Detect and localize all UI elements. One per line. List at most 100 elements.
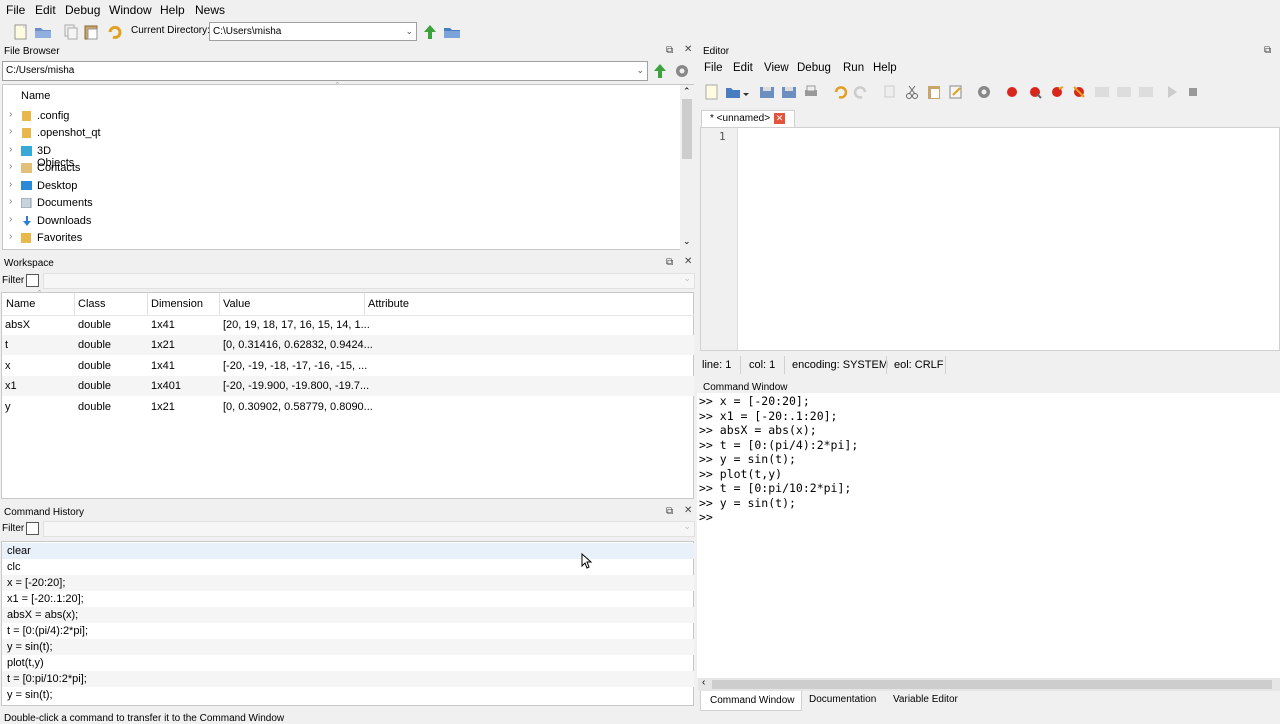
editor-menu-view[interactable]: View	[764, 62, 789, 74]
chevron-right-icon[interactable]: ›	[9, 231, 12, 242]
history-item[interactable]: x = [-20:20];	[2, 575, 694, 591]
table-row[interactable]: t double 1x21 [0, 0.31416, 0.62832, 0.9424.…	[2, 335, 694, 355]
editor-status-bar: line: 1 col: 1 encoding: SYSTEM eol: CRL…	[700, 356, 1280, 374]
open-folder-icon[interactable]	[34, 23, 52, 41]
scroll-down-icon[interactable]: ⌄	[683, 236, 691, 247]
gear-icon[interactable]	[976, 84, 992, 100]
menu-news[interactable]: News	[195, 3, 225, 17]
save-as-icon[interactable]	[781, 84, 797, 100]
clear-breakpoints-icon[interactable]	[1072, 85, 1086, 99]
redo-icon[interactable]	[853, 84, 869, 100]
menu-window[interactable]: Window	[109, 3, 152, 17]
step-in-icon[interactable]	[1116, 84, 1132, 100]
editor-text-area[interactable]: 1	[700, 127, 1280, 351]
scroll-up-icon[interactable]: ⌃	[683, 86, 691, 97]
run-icon[interactable]	[1164, 84, 1180, 100]
file-browser-list: Name ˆ ⌃ ⌄ › .config › .openshot_qt › 3D Ob…	[2, 81, 694, 250]
undock-icon[interactable]: ⧉	[666, 506, 673, 517]
current-directory-combo[interactable]: C:\Users\misha ⌄	[209, 22, 417, 41]
menu-file[interactable]: File	[6, 3, 25, 17]
history-item[interactable]: plot(t,y)	[2, 655, 694, 671]
breakpoint-prev-icon[interactable]	[1050, 85, 1064, 99]
chevron-right-icon[interactable]: ›	[9, 161, 12, 172]
tab-documentation[interactable]: Documentation	[802, 691, 882, 710]
save-icon[interactable]	[759, 84, 775, 100]
close-icon[interactable]: ✕	[774, 113, 785, 124]
menu-help[interactable]: Help	[160, 3, 185, 17]
stop-icon[interactable]	[1187, 86, 1199, 98]
editor-tab[interactable]: * <unnamed> ✕	[701, 110, 795, 128]
tab-variable-editor[interactable]: Variable Editor	[886, 691, 966, 710]
undock-icon[interactable]: ⧉	[1264, 45, 1271, 56]
var-dimension: 1x401	[151, 380, 181, 392]
history-item[interactable]: y = sin(t);	[2, 639, 694, 655]
history-item[interactable]: y = sin(t);	[2, 687, 694, 703]
workspace-filter-checkbox[interactable]	[26, 274, 39, 287]
column-header-attribute[interactable]: Attribute	[368, 298, 409, 310]
column-header-name[interactable]: Name	[21, 90, 50, 102]
table-row[interactable]: y double 1x21 [0, 0.30902, 0.58779, 0.8090.…	[2, 397, 694, 417]
gear-icon[interactable]	[673, 62, 691, 80]
chevron-right-icon[interactable]: ›	[9, 109, 12, 120]
file-browser-scrollbar[interactable]: ⌃ ⌄	[680, 85, 694, 250]
close-icon[interactable]: ✕	[684, 256, 692, 267]
tab-command-window[interactable]: Command Window	[700, 691, 802, 711]
undo-icon[interactable]	[105, 23, 123, 41]
3d-objects-icon	[21, 146, 32, 156]
workspace-filter-input[interactable]: ⌄	[43, 273, 695, 289]
command-window-console[interactable]: >> x = [-20:20]; >> x1 = [-20:.1:20]; >>…	[697, 393, 1280, 678]
paste-icon[interactable]	[83, 23, 101, 41]
history-filter-input[interactable]: ⌄	[43, 521, 695, 537]
history-item[interactable]: absX = abs(x);	[2, 607, 694, 623]
breakpoint-icon[interactable]	[1005, 85, 1019, 99]
editor-menu-edit[interactable]: Edit	[733, 62, 753, 74]
chevron-right-icon[interactable]: ›	[9, 126, 12, 137]
step-out-icon[interactable]	[1138, 84, 1154, 100]
scrollbar-thumb[interactable]	[712, 680, 1272, 689]
chevron-right-icon[interactable]: ›	[9, 179, 12, 190]
close-icon[interactable]: ✕	[684, 44, 692, 55]
new-script-icon[interactable]	[12, 23, 30, 41]
print-icon[interactable]	[803, 84, 819, 100]
up-directory-icon[interactable]	[651, 62, 669, 80]
undo-icon[interactable]	[832, 84, 848, 100]
new-file-icon[interactable]	[704, 84, 720, 100]
step-icon[interactable]	[1094, 84, 1110, 100]
table-row[interactable]: absX double 1x41 [20, 19, 18, 17, 16, 15, 1…	[2, 315, 694, 335]
close-icon[interactable]: ✕	[684, 505, 692, 516]
editor-menu-run[interactable]: Run	[843, 62, 864, 74]
cut-icon[interactable]	[904, 84, 920, 100]
editor-menu-help[interactable]: Help	[873, 62, 897, 74]
chevron-right-icon[interactable]: ›	[9, 196, 12, 207]
command-window-hscrollbar[interactable]: ‹	[698, 677, 1280, 691]
copy-icon[interactable]	[882, 84, 898, 100]
table-row[interactable]: x1 double 1x401 [-20, -19.900, -19.800, -19…	[2, 376, 694, 396]
scrollbar-thumb[interactable]	[682, 99, 692, 159]
breakpoint-next-icon[interactable]	[1028, 85, 1042, 99]
history-item[interactable]: x1 = [-20:.1:20];	[2, 591, 694, 607]
file-browser-path-combo[interactable]: C:/Users/misha ⌄	[2, 61, 648, 81]
browse-folder-icon[interactable]	[443, 23, 461, 41]
find-replace-icon[interactable]	[948, 84, 964, 100]
paste-icon[interactable]	[926, 84, 942, 100]
history-item[interactable]: t = [0:pi/10:2*pi];	[2, 671, 694, 687]
editor-menu-debug[interactable]: Debug	[797, 62, 831, 74]
up-directory-icon[interactable]	[421, 23, 439, 41]
copy-icon[interactable]	[62, 23, 80, 41]
column-header-name[interactable]: Name	[6, 298, 35, 310]
undock-icon[interactable]: ⧉	[666, 45, 673, 56]
table-row[interactable]: x double 1x41 [-20, -19, -18, -17, -16, -15…	[2, 356, 694, 376]
column-header-class[interactable]: Class	[78, 298, 106, 310]
undock-icon[interactable]: ⧉	[666, 257, 673, 268]
editor-menu-file[interactable]: File	[704, 62, 723, 74]
open-icon[interactable]	[725, 84, 749, 100]
chevron-right-icon[interactable]: ›	[9, 214, 12, 225]
scroll-left-icon[interactable]: ‹	[702, 677, 705, 688]
history-filter-checkbox[interactable]	[26, 522, 39, 535]
menu-edit[interactable]: Edit	[35, 3, 56, 17]
menu-debug[interactable]: Debug	[65, 3, 100, 17]
history-item[interactable]: t = [0:(pi/4):2*pi];	[2, 623, 694, 639]
column-header-dimension[interactable]: Dimension	[151, 298, 203, 310]
column-header-value[interactable]: Value	[223, 298, 250, 310]
chevron-right-icon[interactable]: ›	[9, 144, 12, 155]
